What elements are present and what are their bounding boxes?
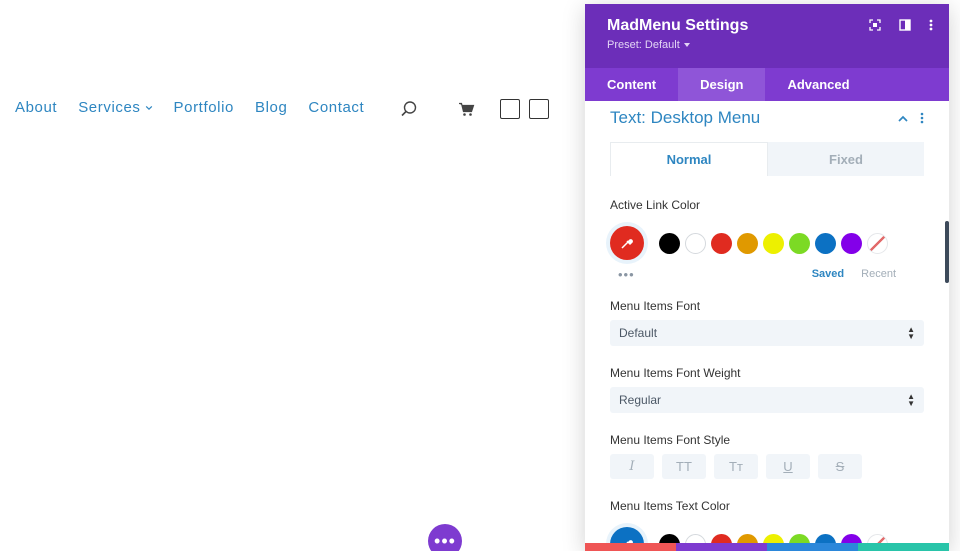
split-view-icon[interactable] (899, 19, 911, 31)
underline-button[interactable]: U (766, 454, 810, 479)
eyedropper-icon (621, 239, 633, 249)
menu-items-font-weight-label: Menu Items Font Weight (610, 366, 741, 380)
more-swatches-button[interactable]: ••• (618, 267, 635, 282)
select-arrows-icon: ▲ ▼ (907, 325, 915, 341)
cart-icon[interactable] (458, 102, 475, 117)
color-swatch[interactable] (763, 232, 784, 254)
menu-items-text-color-label: Menu Items Text Color (610, 499, 730, 513)
panel-header: MadMenu Settings Preset: Default (585, 4, 949, 68)
tab-fixed[interactable]: Fixed (768, 142, 924, 176)
panel-tabs: Content Design Advanced (585, 68, 949, 101)
builder-menu-button[interactable]: ••• (428, 524, 462, 551)
italic-button[interactable]: I (610, 454, 654, 479)
settings-panel: MadMenu Settings Preset: Default Content… (585, 4, 949, 551)
uppercase-button[interactable]: TT (662, 454, 706, 479)
color-swatch[interactable] (711, 232, 732, 254)
color-swatch[interactable] (841, 232, 862, 254)
panel-action-bar (585, 543, 949, 551)
color-swatch[interactable] (659, 232, 680, 254)
more-options-icon[interactable] (929, 19, 933, 31)
nav-label: Blog (254, 99, 288, 116)
search-icon[interactable] (400, 100, 418, 118)
swatch-meta: ••• Saved Recent (610, 266, 924, 282)
chevron-down-icon (145, 105, 152, 110)
color-swatch[interactable] (815, 232, 836, 254)
nav-item-about[interactable]: About (15, 99, 57, 116)
nav-label: Services (78, 99, 141, 116)
expand-icon[interactable] (869, 19, 881, 31)
scrollbar[interactable] (945, 221, 949, 283)
chevron-up-icon[interactable] (898, 115, 908, 122)
color-picker-button[interactable] (610, 226, 644, 260)
undo-button[interactable] (676, 543, 767, 551)
recent-colors-tab[interactable]: Recent (861, 268, 896, 280)
active-link-color-label: Active Link Color (610, 198, 701, 212)
color-swatch[interactable] (685, 232, 706, 254)
nav-label: Portfolio (173, 99, 234, 116)
discard-button[interactable] (585, 543, 676, 551)
preset-label: Preset: Default (607, 39, 680, 51)
strikethrough-button[interactable]: S (818, 454, 862, 479)
square-icon[interactable] (500, 99, 520, 119)
section-options-icon[interactable] (920, 112, 924, 124)
color-swatch[interactable] (737, 232, 758, 254)
select-value: Regular (619, 393, 662, 407)
save-button[interactable] (858, 543, 949, 551)
menu-items-font-select[interactable]: Default ▲ ▼ (610, 320, 924, 346)
nav-item-portfolio[interactable]: Portfolio (174, 99, 234, 116)
section-header[interactable]: Text: Desktop Menu (610, 101, 924, 135)
no-color-swatch[interactable] (867, 232, 888, 254)
nav-item-blog[interactable]: Blog (255, 99, 287, 116)
menu-items-font-weight-select[interactable]: Regular ▲ ▼ (610, 387, 924, 413)
header-icons (869, 19, 933, 31)
panel-body: Text: Desktop Menu Normal Fixed Active L… (585, 101, 949, 551)
active-link-color-swatches (610, 226, 924, 260)
square-icon[interactable] (529, 99, 549, 119)
select-arrows-icon: ▲ ▼ (907, 392, 915, 408)
tab-design[interactable]: Design (678, 68, 766, 101)
saved-colors-tab[interactable]: Saved (812, 268, 844, 280)
site-nav: About Services Portfolio Blog Contact (15, 99, 385, 116)
nav-label: Contact (308, 99, 365, 116)
nav-item-contact[interactable]: Contact (308, 99, 364, 116)
tab-advanced[interactable]: Advanced (765, 68, 871, 101)
color-swatch[interactable] (789, 232, 810, 254)
fab-dots: ••• (434, 531, 456, 551)
state-tabs: Normal Fixed (610, 142, 924, 176)
section-title: Text: Desktop Menu (610, 108, 761, 127)
builder-canvas: About Services Portfolio Blog Contact Ma… (0, 0, 960, 551)
font-style-buttons: I TT Tт U S (610, 454, 924, 479)
capitalize-button[interactable]: Tт (714, 454, 758, 479)
tab-normal[interactable]: Normal (610, 142, 768, 176)
nav-item-services[interactable]: Services (78, 99, 152, 116)
tab-content[interactable]: Content (585, 68, 678, 101)
menu-items-font-label: Menu Items Font (610, 299, 701, 313)
menu-items-font-style-label: Menu Items Font Style (610, 433, 731, 447)
nav-icons (400, 99, 549, 119)
caret-down-icon (683, 43, 690, 47)
redo-button[interactable] (767, 543, 858, 551)
preset-dropdown[interactable]: Preset: Default (607, 39, 927, 51)
nav-label: About (15, 99, 58, 116)
select-value: Default (619, 326, 658, 340)
